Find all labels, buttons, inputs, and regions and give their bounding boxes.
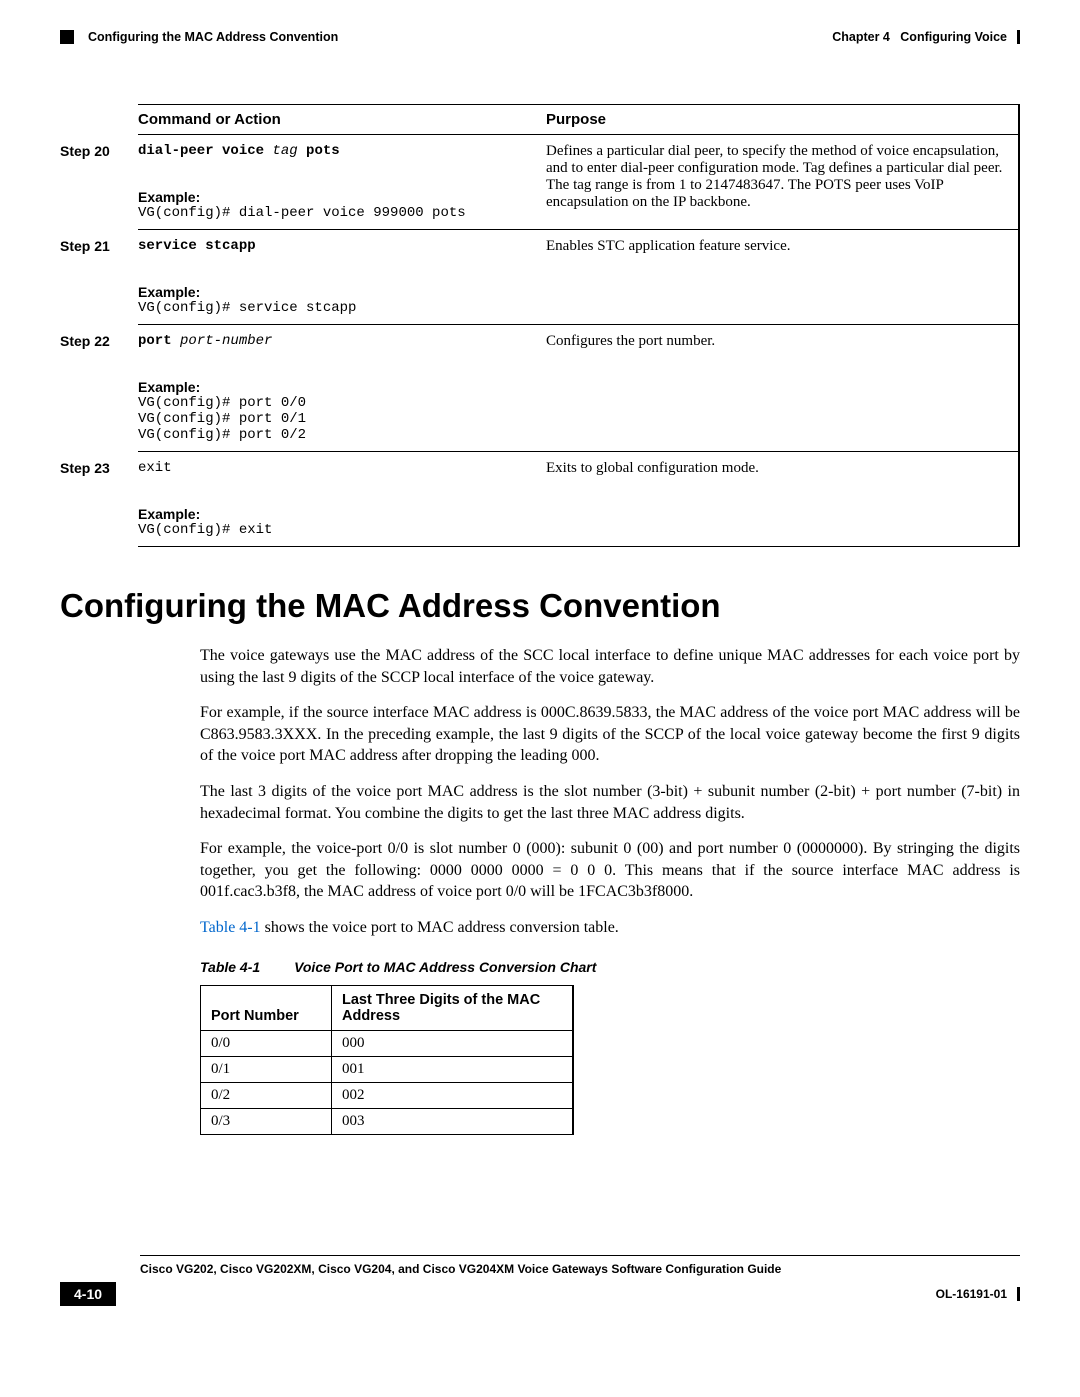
table-title: Voice Port to MAC Address Conversion Cha… xyxy=(294,959,596,975)
table-row: Step 20 dial-peer voice tag pots Example… xyxy=(60,135,1019,230)
table-row: 0/3 003 xyxy=(201,1108,574,1134)
body-paragraph: The last 3 digits of the voice port MAC … xyxy=(200,781,1020,824)
table-reference-text: shows the voice port to MAC address conv… xyxy=(261,919,619,936)
page-footer: Cisco VG202, Cisco VG202XM, Cisco VG204,… xyxy=(60,1255,1020,1306)
purpose-header: Purpose xyxy=(546,105,1019,135)
example-label: Example: xyxy=(138,189,538,205)
table-row: Step 23 exit Example: VG(config)# exit E… xyxy=(60,452,1019,547)
table-caption: Table 4-1 Voice Port to MAC Address Conv… xyxy=(200,959,1020,975)
body-paragraph: For example, if the source interface MAC… xyxy=(200,702,1020,767)
table-row: Step 21 service stcapp Example: VG(confi… xyxy=(60,230,1019,325)
purpose-text: Defines a particular dial peer, to speci… xyxy=(546,135,1019,230)
example-label: Example: xyxy=(138,506,538,522)
command-table: Command or Action Purpose Step 20 dial-p… xyxy=(60,104,1020,547)
table-row: 0/1 001 xyxy=(201,1056,574,1082)
cmd-text: port xyxy=(138,333,180,349)
header-section-title: Configuring the MAC Address Convention xyxy=(88,30,338,44)
example-label: Example: xyxy=(138,379,538,395)
digits-cell: 003 xyxy=(332,1108,574,1134)
body-paragraph: For example, the voice-port 0/0 is slot … xyxy=(200,838,1020,903)
header-bar-icon xyxy=(1017,30,1020,44)
body-paragraph: Table 4-1 shows the voice port to MAC ad… xyxy=(200,917,1020,939)
purpose-text: Configures the port number. xyxy=(546,325,1019,452)
page-number: 4-10 xyxy=(60,1282,116,1306)
cmd-arg: port-number xyxy=(180,333,272,349)
table-reference-link[interactable]: Table 4-1 xyxy=(200,919,261,936)
cmd-text: dial-peer voice xyxy=(138,143,272,159)
purpose-text: Enables STC application feature service. xyxy=(546,230,1019,325)
example-code: VG(config)# dial-peer voice 999000 pots xyxy=(138,205,538,221)
table-row: 0/0 000 xyxy=(201,1030,574,1056)
cmd-text: pots xyxy=(298,143,340,159)
port-cell: 0/1 xyxy=(201,1056,332,1082)
step-label: Step 21 xyxy=(60,230,138,325)
header-chapter-label: Chapter 4 xyxy=(832,30,890,44)
page-header: Configuring the MAC Address Convention C… xyxy=(60,30,1020,44)
table-number: Table 4-1 xyxy=(200,959,260,975)
table-row: 0/2 002 xyxy=(201,1082,574,1108)
example-code: VG(config)# service stcapp xyxy=(138,300,538,316)
example-label: Example: xyxy=(138,284,538,300)
step-label: Step 20 xyxy=(60,135,138,230)
digits-cell: 002 xyxy=(332,1082,574,1108)
cmd-text: service stcapp xyxy=(138,238,256,254)
section-heading: Configuring the MAC Address Convention xyxy=(60,587,1020,625)
digits-cell: 000 xyxy=(332,1030,574,1056)
port-cell: 0/2 xyxy=(201,1082,332,1108)
conv-header-digits: Last Three Digits of the MAC Address xyxy=(332,985,574,1030)
cmd-arg: tag xyxy=(272,143,297,159)
purpose-text: Exits to global configuration mode. xyxy=(546,452,1019,547)
footer-bar-icon xyxy=(1017,1287,1020,1301)
conv-header-port: Port Number xyxy=(201,985,332,1030)
conversion-table: Port Number Last Three Digits of the MAC… xyxy=(200,985,574,1135)
header-square-icon xyxy=(60,30,74,44)
footer-doc-title: Cisco VG202, Cisco VG202XM, Cisco VG204,… xyxy=(140,1262,1020,1276)
header-chapter-title: Configuring Voice xyxy=(900,30,1007,44)
command-header: Command or Action xyxy=(138,105,546,135)
footer-doc-id: OL-16191-01 xyxy=(936,1287,1007,1301)
port-cell: 0/3 xyxy=(201,1108,332,1134)
port-cell: 0/0 xyxy=(201,1030,332,1056)
step-label: Step 23 xyxy=(60,452,138,547)
example-code: VG(config)# exit xyxy=(138,522,538,538)
step-label: Step 22 xyxy=(60,325,138,452)
digits-cell: 001 xyxy=(332,1056,574,1082)
table-row: Step 22 port port-number Example: VG(con… xyxy=(60,325,1019,452)
cmd-text: exit xyxy=(138,460,538,476)
example-code: VG(config)# port 0/0 VG(config)# port 0/… xyxy=(138,395,538,443)
body-paragraph: The voice gateways use the MAC address o… xyxy=(200,645,1020,688)
